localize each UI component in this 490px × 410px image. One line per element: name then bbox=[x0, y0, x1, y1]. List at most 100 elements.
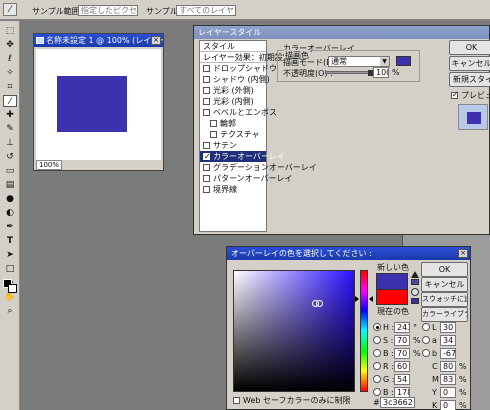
style-item[interactable]: グラデーションオーバーレイ bbox=[200, 162, 317, 173]
style-item[interactable]: 輪郭 bbox=[200, 118, 266, 129]
channel-field[interactable]: 80 bbox=[440, 361, 456, 372]
saturation-brightness-field[interactable] bbox=[233, 270, 355, 392]
channel-field[interactable]: 243 bbox=[394, 322, 410, 333]
style-checkbox[interactable] bbox=[210, 131, 217, 138]
style-item[interactable]: 光彩 (内側) bbox=[200, 96, 266, 107]
opacity-slider[interactable] bbox=[325, 71, 371, 74]
opacity-field[interactable]: 100 bbox=[373, 67, 389, 78]
style-checkbox[interactable] bbox=[203, 142, 210, 149]
style-checkbox[interactable] bbox=[203, 175, 210, 182]
ok-button[interactable]: OK bbox=[421, 262, 468, 277]
shape-tool-icon[interactable]: □ bbox=[3, 263, 17, 275]
path-select-icon[interactable]: ➤ bbox=[3, 249, 17, 261]
history-brush-icon[interactable]: ↺ bbox=[3, 151, 17, 163]
style-checkbox[interactable] bbox=[203, 76, 210, 83]
gamut-warning-icon[interactable] bbox=[411, 271, 419, 278]
preview-checkbox[interactable]: ✓ bbox=[451, 90, 459, 99]
style-item[interactable]: ✓ カラーオーバーレイ bbox=[200, 151, 285, 162]
style-item[interactable]: シャドウ (内側) bbox=[200, 74, 270, 85]
style-checkbox[interactable] bbox=[203, 164, 210, 171]
blend-mode-select[interactable]: 通常 ▼ bbox=[328, 56, 390, 67]
channel-field[interactable]: 34 bbox=[440, 335, 456, 346]
preview-toggle[interactable]: ✓ プレビュー bbox=[451, 90, 490, 101]
channel-radio[interactable] bbox=[422, 349, 430, 357]
channel-field[interactable]: -67 bbox=[440, 348, 456, 359]
web-safe-only-toggle[interactable]: Web セーフカラーのみに制限 bbox=[233, 395, 351, 406]
pen-tool-icon[interactable]: ✒ bbox=[3, 221, 17, 233]
style-item[interactable]: テクスチャ bbox=[200, 129, 266, 140]
eraser-tool-icon[interactable]: ▭ bbox=[3, 165, 17, 177]
cancel-button[interactable]: キャンセル bbox=[449, 56, 490, 71]
style-checkbox[interactable] bbox=[203, 87, 210, 94]
channel-radio[interactable] bbox=[373, 362, 381, 370]
channel-field[interactable]: 70 bbox=[394, 348, 410, 359]
healing-brush-icon[interactable]: ✚ bbox=[3, 109, 17, 121]
channel-field[interactable]: 60 bbox=[394, 361, 410, 372]
styles-header[interactable]: スタイル bbox=[200, 41, 266, 52]
style-checkbox[interactable] bbox=[210, 120, 217, 127]
style-item[interactable]: サテン bbox=[200, 140, 266, 151]
close-icon[interactable]: × bbox=[458, 249, 468, 258]
brush-tool-icon[interactable]: ✎ bbox=[3, 123, 17, 135]
channel-radio[interactable] bbox=[373, 388, 381, 396]
web-safe-warning-icon[interactable] bbox=[411, 288, 419, 296]
gamut-color-swatch[interactable] bbox=[411, 279, 419, 285]
channel-field[interactable]: 0 bbox=[440, 400, 456, 410]
channel-radio[interactable] bbox=[373, 336, 381, 344]
style-checkbox[interactable] bbox=[203, 186, 210, 193]
color-picker-titlebar[interactable]: オーバーレイの色を選択してください : bbox=[227, 247, 470, 260]
document-canvas[interactable] bbox=[36, 49, 161, 160]
sample-size-select[interactable]: 指定したピクセル bbox=[78, 5, 138, 16]
gradient-tool-icon[interactable]: ▤ bbox=[3, 179, 17, 191]
color-libraries-button[interactable]: カラーライブラリ bbox=[421, 307, 468, 322]
sample-select[interactable]: すべてのレイヤー bbox=[176, 5, 236, 16]
channel-field[interactable]: 83 bbox=[440, 374, 456, 385]
style-checkbox[interactable] bbox=[203, 98, 210, 105]
magic-wand-tool-icon[interactable]: ✧ bbox=[3, 67, 17, 79]
style-item[interactable]: ドロップシャドウ bbox=[200, 63, 277, 74]
lasso-tool-icon[interactable]: ℓ bbox=[3, 53, 17, 65]
web-safe-color-swatch[interactable] bbox=[411, 298, 419, 304]
hex-field[interactable]: 3c3662 bbox=[380, 397, 415, 408]
eyedropper-preset-icon[interactable]: ⁄ bbox=[3, 3, 17, 16]
channel-radio[interactable] bbox=[373, 323, 381, 331]
channel-field[interactable]: 30 bbox=[440, 322, 456, 333]
hue-slider-right-arrow[interactable] bbox=[369, 296, 373, 302]
crop-tool-icon[interactable]: ⌗ bbox=[3, 81, 17, 93]
blending-options[interactable]: レイヤー効果：初期設定 bbox=[200, 52, 291, 63]
cancel-button[interactable]: キャンセル bbox=[421, 277, 468, 292]
web-safe-checkbox[interactable] bbox=[233, 397, 240, 404]
clone-stamp-icon[interactable]: ⊥ bbox=[3, 137, 17, 149]
style-item[interactable]: 境界線 bbox=[200, 184, 266, 195]
channel-field[interactable]: 0 bbox=[440, 387, 456, 398]
hue-slider[interactable] bbox=[360, 270, 368, 392]
style-checkbox[interactable] bbox=[203, 65, 210, 72]
overlay-color-swatch[interactable] bbox=[396, 56, 411, 66]
channel-radio[interactable] bbox=[422, 323, 430, 331]
style-checkbox[interactable] bbox=[203, 109, 210, 116]
marquee-tool-icon[interactable]: ⬚ bbox=[3, 25, 17, 37]
document-titlebar[interactable]: 名称未設定 1 @ 100% (レイヤー... bbox=[34, 34, 163, 47]
move-tool-icon[interactable]: ✥ bbox=[3, 39, 17, 51]
channel-radio[interactable] bbox=[422, 336, 430, 344]
eyedropper-tool-icon[interactable]: ⁄ bbox=[3, 95, 17, 107]
channel-field[interactable]: 70 bbox=[394, 335, 410, 346]
dodge-tool-icon[interactable]: ◐ bbox=[3, 207, 17, 219]
style-item[interactable]: パターンオーバーレイ bbox=[200, 173, 293, 184]
channel-radio[interactable] bbox=[373, 375, 381, 383]
channel-radio[interactable] bbox=[373, 349, 381, 357]
close-icon[interactable]: × bbox=[151, 36, 161, 45]
blur-tool-icon[interactable]: ● bbox=[3, 193, 17, 205]
hue-slider-left-arrow[interactable] bbox=[355, 296, 359, 302]
ok-button[interactable]: OK bbox=[449, 40, 490, 55]
background-color-swatch[interactable] bbox=[8, 284, 17, 293]
add-to-swatches-button[interactable]: スウォッチに追加 bbox=[421, 292, 468, 307]
style-item[interactable]: 光彩 (外側) bbox=[200, 85, 266, 96]
channel-field[interactable]: 54 bbox=[394, 374, 410, 385]
style-checkbox[interactable]: ✓ bbox=[203, 152, 211, 161]
style-item[interactable]: ベベルとエンボス bbox=[200, 107, 277, 118]
layer-style-titlebar[interactable]: レイヤースタイル bbox=[194, 26, 489, 39]
current-color-swatch[interactable] bbox=[376, 289, 408, 305]
zoom-tool-icon[interactable]: ⌕ bbox=[3, 305, 17, 317]
type-tool-icon[interactable]: T bbox=[3, 235, 17, 247]
